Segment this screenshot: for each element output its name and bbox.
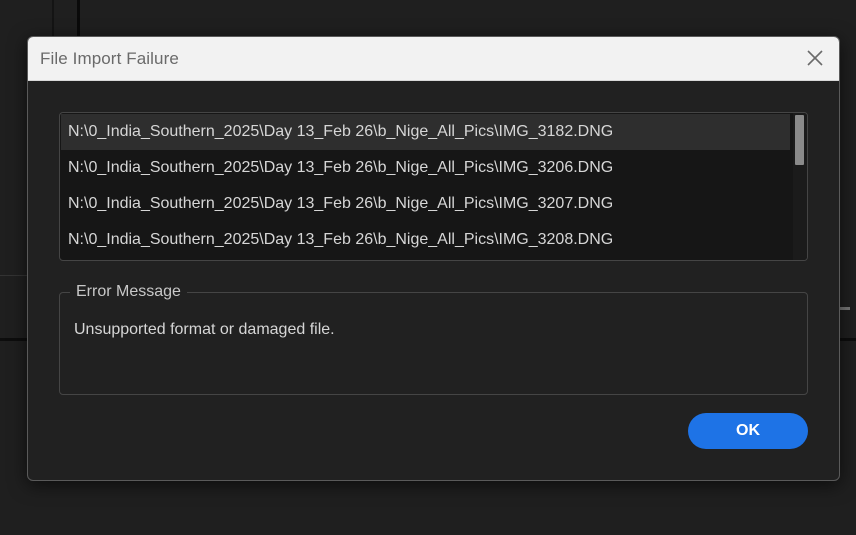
list-scrollbar[interactable] — [793, 113, 807, 260]
dialog-title: File Import Failure — [40, 49, 179, 68]
close-icon — [807, 50, 823, 66]
list-item[interactable]: N:\0_India_Southern_2025\Day 13_Feb 26\b… — [61, 222, 790, 258]
ok-button[interactable]: OK — [688, 413, 808, 449]
close-button[interactable] — [805, 48, 825, 68]
error-message-group: Error Message Unsupported format or dama… — [59, 282, 808, 395]
error-message-legend: Error Message — [70, 282, 187, 302]
background-divider — [77, 0, 80, 40]
error-message-text: Unsupported format or damaged file. — [74, 321, 335, 338]
list-item[interactable]: N:\0_India_Southern_2025\Day 13_Feb 26\b… — [61, 114, 790, 150]
file-import-failure-dialog: File Import Failure N:\0_India_Southern_… — [27, 36, 840, 481]
dialog-titlebar: File Import Failure — [28, 37, 839, 81]
list-item[interactable]: N:\0_India_Southern_2025\Day 13_Feb 26\b… — [61, 150, 790, 186]
failed-files-list[interactable]: N:\0_India_Southern_2025\Day 13_Feb 26\b… — [59, 112, 808, 261]
list-item[interactable]: N:\0_India_Southern_2025\Day 13_Feb 26\b… — [61, 186, 790, 222]
scrollbar-thumb[interactable] — [795, 115, 804, 165]
background-divider — [0, 275, 30, 276]
background-divider — [52, 0, 54, 40]
